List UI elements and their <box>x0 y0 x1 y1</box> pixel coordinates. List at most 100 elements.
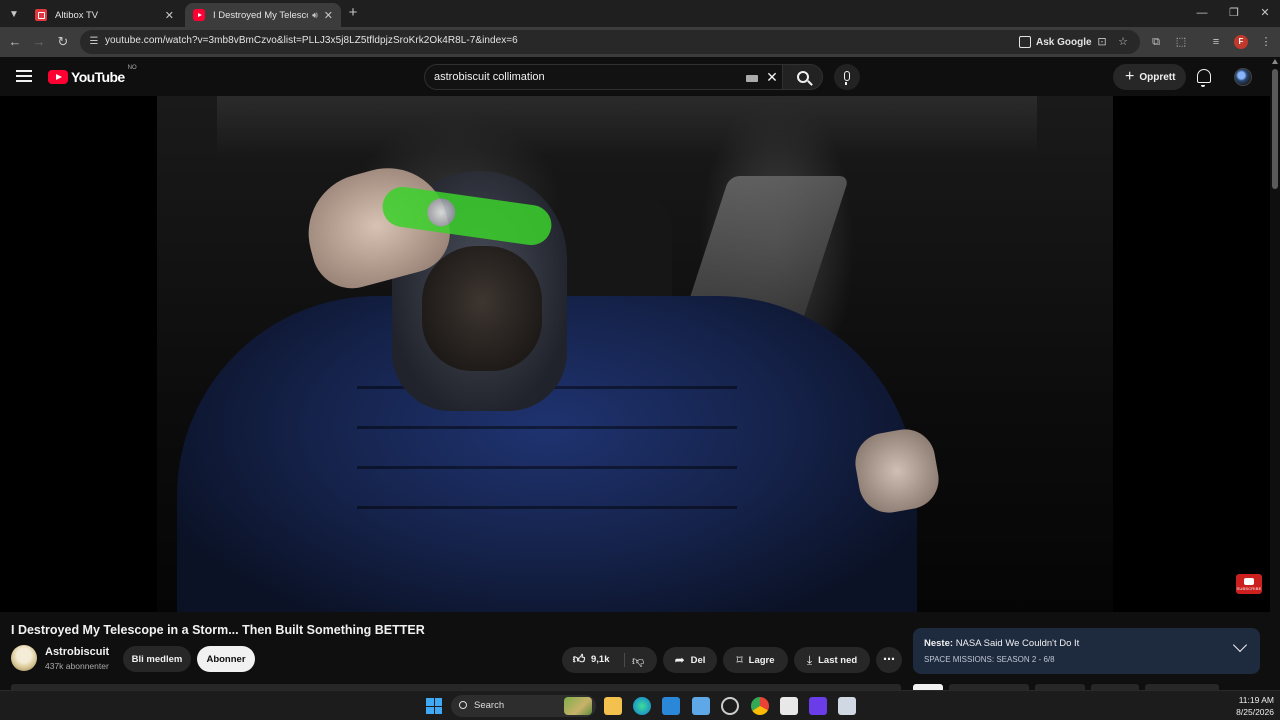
extensions-icon[interactable]: ⬚ <box>1172 33 1190 51</box>
plus-icon: + <box>1125 68 1135 85</box>
search-icon <box>459 701 467 709</box>
restore-button[interactable]: ❐ <box>1219 4 1249 22</box>
url-text[interactable]: youtube.com/watch?v=3mb8vBmCzvo&list=PLL… <box>105 35 518 46</box>
browser-tab-strip: ▼ Altibox TV ✕ I Destroyed My Telescope … <box>0 0 1280 27</box>
speaker-icon[interactable]: 🔊︎ <box>312 10 318 21</box>
chevron-down-icon[interactable] <box>1232 637 1248 653</box>
windows-taskbar: Search 11:19 AM 8/25/2026 <box>0 690 1280 720</box>
keyboard-icon[interactable] <box>746 75 758 82</box>
hamburger-icon[interactable] <box>16 70 32 82</box>
tab-title: Altibox TV <box>55 9 99 21</box>
taskbar-search[interactable]: Search <box>451 695 596 717</box>
up-next-card[interactable]: Neste: NASA Said We Couldn't Do It SPACE… <box>913 628 1260 674</box>
thumbs-up-icon: 👍︎ <box>572 652 586 666</box>
voice-search-button[interactable] <box>834 64 860 90</box>
windows-icon[interactable] <box>426 698 442 714</box>
page-scrollbar[interactable] <box>1270 57 1280 690</box>
address-bar[interactable]: ☰ youtube.com/watch?v=3mb8vBmCzvo&list=P… <box>80 30 1140 54</box>
search-button[interactable] <box>782 64 823 90</box>
window-app-icon[interactable] <box>838 697 856 715</box>
photos-icon[interactable] <box>692 697 710 715</box>
minimize-button[interactable]: — <box>1187 4 1217 22</box>
up-next-title: NASA Said We Couldn't Do It <box>955 638 1080 649</box>
extension-puzzle-icon[interactable]: ⧉ <box>1147 33 1165 51</box>
search-icon <box>796 71 809 83</box>
video-title: I Destroyed My Telescope in a Storm... T… <box>11 623 425 637</box>
profile-avatar[interactable]: F <box>1234 35 1248 49</box>
subscribe-button[interactable]: Abonner <box>197 646 255 672</box>
chrome-icon[interactable] <box>751 697 769 715</box>
share-icon: ➦ <box>674 653 685 667</box>
menu-icon[interactable]: ⋮ <box>1257 33 1275 51</box>
site-info-icon[interactable]: ☰ <box>86 34 102 50</box>
more-icon[interactable]: ⋯ <box>876 647 902 673</box>
subscriber-count: 437k abonnenter <box>45 661 109 671</box>
dislike-button[interactable]: 👎︎ <box>632 652 649 670</box>
new-tab-button[interactable]: + <box>345 5 361 21</box>
tab-close-icon[interactable]: ✕ <box>324 9 333 22</box>
tab-close-icon[interactable]: ✕ <box>165 9 174 22</box>
up-next-prefix: Neste: <box>924 638 954 649</box>
youtube-masthead: YouTube NO ✕ + Opprett <box>0 57 1270 96</box>
store-icon[interactable] <box>662 697 680 715</box>
like-count: 9,1k <box>591 653 610 665</box>
thumbs-down-icon: 👎︎ <box>632 654 645 668</box>
ask-google-label: Ask Google <box>1036 36 1092 48</box>
star-icon[interactable]: ☆ <box>1114 33 1132 51</box>
taskbar-search-label: Search <box>474 700 505 711</box>
search-highlight-image <box>564 697 592 715</box>
join-button[interactable]: Bli medlem <box>123 646 191 672</box>
tab-title: I Destroyed My Telescope in a Storm... T… <box>213 9 308 21</box>
notepad-icon[interactable] <box>780 697 798 715</box>
channel-name[interactable]: Astrobiscuit <box>45 646 109 658</box>
reload-icon[interactable]: ↻ <box>54 33 72 51</box>
media-controls-icon[interactable]: ≡ <box>1207 33 1225 51</box>
logo-text: YouTube <box>71 68 125 85</box>
close-window-button[interactable]: ✕ <box>1250 4 1280 22</box>
tab-search-icon[interactable]: ▼ <box>5 5 23 23</box>
create-button[interactable]: + Opprett <box>1113 64 1186 90</box>
subscribe-watermark[interactable]: SUBSCRIBE <box>1236 574 1262 594</box>
search-input[interactable] <box>434 69 734 85</box>
download-icon: ⤓ <box>806 652 813 667</box>
ask-google-button[interactable]: Ask Google <box>1019 33 1092 51</box>
search-box[interactable]: ✕ <box>424 64 782 90</box>
channel-avatar[interactable] <box>11 645 37 671</box>
mic-icon <box>844 71 850 85</box>
edge-icon[interactable] <box>633 697 651 715</box>
file-explorer-icon[interactable] <box>604 697 622 715</box>
clock-time: 11:19 AM <box>1238 695 1274 705</box>
tab-youtube-video[interactable]: I Destroyed My Telescope in a Storm... T… <box>185 3 341 27</box>
stack-app-icon[interactable] <box>809 697 827 715</box>
clear-search-icon[interactable]: ✕ <box>764 69 780 85</box>
youtube-play-icon <box>48 69 68 84</box>
altibox-favicon-icon <box>35 9 47 21</box>
up-next-line: Neste: NASA Said We Couldn't Do It <box>924 638 1079 649</box>
clock-date: 8/25/2026 <box>1236 707 1274 717</box>
video-player[interactable]: SUBSCRIBE <box>0 96 1270 612</box>
up-next-playlist: SPACE MISSIONS: SEASON 2 - 6/8 <box>924 655 1055 664</box>
install-icon[interactable]: ⊡ <box>1093 33 1111 51</box>
like-dislike-group: 👍︎ 9,1k 👎︎ <box>562 647 657 673</box>
youtube-favicon-icon <box>193 9 205 21</box>
youtube-logo[interactable]: YouTube NO <box>48 65 137 85</box>
save-button[interactable]: ⌑ Lagre <box>723 647 788 673</box>
create-label: Opprett <box>1139 71 1176 83</box>
clock[interactable]: 11:19 AM 8/25/2026 <box>1222 694 1274 718</box>
bookmark-icon: ⌑ <box>736 653 743 667</box>
lens-icon <box>1019 36 1031 48</box>
video-frame <box>157 96 1113 612</box>
like-button[interactable]: 👍︎ 9,1k <box>572 652 610 666</box>
share-button[interactable]: ➦ Del <box>663 647 717 673</box>
back-icon[interactable]: ← <box>6 33 24 51</box>
scroll-up-icon[interactable] <box>1272 59 1278 64</box>
account-avatar[interactable] <box>1234 68 1252 86</box>
tab-altibox[interactable]: Altibox TV ✕ <box>27 3 182 27</box>
country-code: NO <box>127 65 137 71</box>
scrollbar-thumb[interactable] <box>1272 69 1278 189</box>
bell-icon[interactable] <box>1197 69 1211 87</box>
forward-icon[interactable]: → <box>30 33 48 51</box>
download-button[interactable]: ⤓ Last ned <box>794 647 870 673</box>
video-info: I Destroyed My Telescope in a Storm... T… <box>0 612 1270 690</box>
app-circle-icon[interactable] <box>721 697 739 715</box>
